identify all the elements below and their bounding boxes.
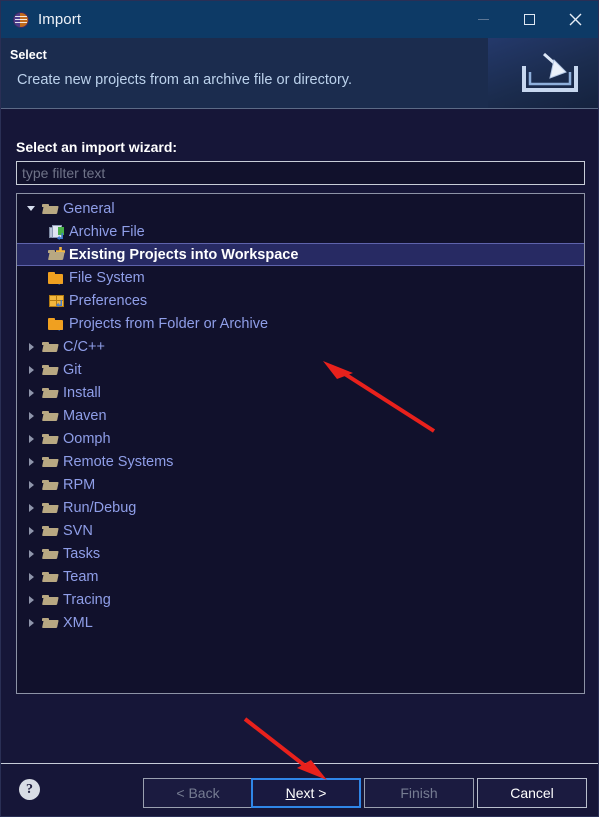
folder-open-icon [39,592,61,608]
tree-row[interactable]: Preferences [17,289,584,312]
tree-row-label: Install [63,384,101,401]
tree-row[interactable]: Projects from Folder or Archive [17,312,584,335]
chevron-right-icon[interactable] [17,342,39,351]
wizard-header: Select Create new projects from an archi… [1,38,598,109]
preferences-grid-icon [45,293,67,309]
tree-row[interactable]: General [17,197,584,220]
tree-row[interactable]: File System [17,266,584,289]
tree-row-label: Maven [63,407,107,424]
folder-open-icon [39,362,61,378]
tree-row-label: Tracing [63,591,111,608]
tree-row[interactable]: Tracing [17,588,584,611]
cancel-button[interactable]: Cancel [477,778,587,808]
select-wizard-label: Select an import wizard: [16,139,178,155]
tree-row-label: C/C++ [63,338,105,355]
tree-row-label: Git [63,361,82,378]
dialog-body: Select an import wizard: General Archive … [1,109,598,764]
folder-open-icon [39,431,61,447]
tree-row[interactable]: XML [17,611,584,634]
chevron-down-icon[interactable] [17,206,39,211]
tree-row-label: Run/Debug [63,499,137,516]
chevron-right-icon[interactable] [17,388,39,397]
tree-row-label: File System [69,269,145,286]
tree-row-label: Team [63,568,99,585]
window-controls [460,1,598,38]
tree-row-label: Projects from Folder or Archive [69,315,269,332]
maximize-icon[interactable] [506,1,552,38]
tree-row-label: General [63,200,115,217]
import-wizard-tree[interactable]: General Archive File Existing Projects int… [16,193,585,694]
chevron-right-icon[interactable] [17,572,39,581]
folder-open-icon [39,477,61,493]
filter-text-input[interactable] [16,161,585,185]
chevron-right-icon[interactable] [17,595,39,604]
tree-row[interactable]: Git [17,358,584,381]
tree-row[interactable]: Tasks [17,542,584,565]
tree-row-label: RPM [63,476,96,493]
dialog-footer: ? < Back Next > Finish Cancel [1,764,598,816]
back-button[interactable]: < Back [143,778,253,808]
tree-row[interactable]: Existing Projects into Workspace [17,243,584,266]
import-dialog: Import Select Create new projects from a… [0,0,599,817]
tree-row[interactable]: Run/Debug [17,496,584,519]
folder-open-icon [39,569,61,585]
tree-row-label: SVN [63,522,93,539]
tree-row-label: Tasks [63,545,101,562]
tree-row-label: Preferences [69,292,148,309]
tree-row-label: Oomph [63,430,111,447]
wizard-header-title: Select [10,48,47,62]
chevron-right-icon[interactable] [17,549,39,558]
archive-file-icon [45,224,67,240]
folder-open-icon [39,500,61,516]
chevron-right-icon[interactable] [17,503,39,512]
window-titlebar: Import [1,1,598,38]
import-tray-icon [514,48,586,100]
chevron-right-icon[interactable] [17,480,39,489]
chevron-right-icon[interactable] [17,365,39,374]
folder-open-icon [39,201,61,217]
tree-row-label: XML [63,614,93,631]
tree-row[interactable]: Maven [17,404,584,427]
chevron-right-icon[interactable] [17,526,39,535]
tree-row[interactable]: Oomph [17,427,584,450]
folder-open-icon [39,385,61,401]
tree-row[interactable]: SVN [17,519,584,542]
folder-open-icon [39,454,61,470]
eclipse-globe-icon [13,11,29,28]
chevron-right-icon[interactable] [17,457,39,466]
tree-row-label: Archive File [69,223,145,240]
help-button[interactable]: ? [19,779,40,800]
next-button[interactable]: Next > [251,778,361,808]
folder-filesystem-icon [45,270,67,286]
folder-import-icon [45,246,67,263]
folder-filesystem-icon [45,316,67,332]
tree-row[interactable]: C/C++ [17,335,584,358]
wizard-header-description: Create new projects from an archive file… [17,72,352,88]
tree-row-label: Existing Projects into Workspace [69,246,299,263]
minimize-icon[interactable] [460,1,506,38]
window-title: Import [38,11,82,28]
folder-open-icon [39,339,61,355]
finish-button[interactable]: Finish [364,778,474,808]
tree-row[interactable]: Install [17,381,584,404]
tree-row[interactable]: Remote Systems [17,450,584,473]
chevron-right-icon[interactable] [17,434,39,443]
folder-open-icon [39,523,61,539]
tree-row[interactable]: Team [17,565,584,588]
tree-row[interactable]: RPM [17,473,584,496]
folder-open-icon [39,615,61,631]
folder-open-icon [39,408,61,424]
folder-open-icon [39,546,61,562]
close-icon[interactable] [552,1,598,38]
chevron-right-icon[interactable] [17,411,39,420]
chevron-right-icon[interactable] [17,618,39,627]
tree-row-label: Remote Systems [63,453,174,470]
tree-row[interactable]: Archive File [17,220,584,243]
